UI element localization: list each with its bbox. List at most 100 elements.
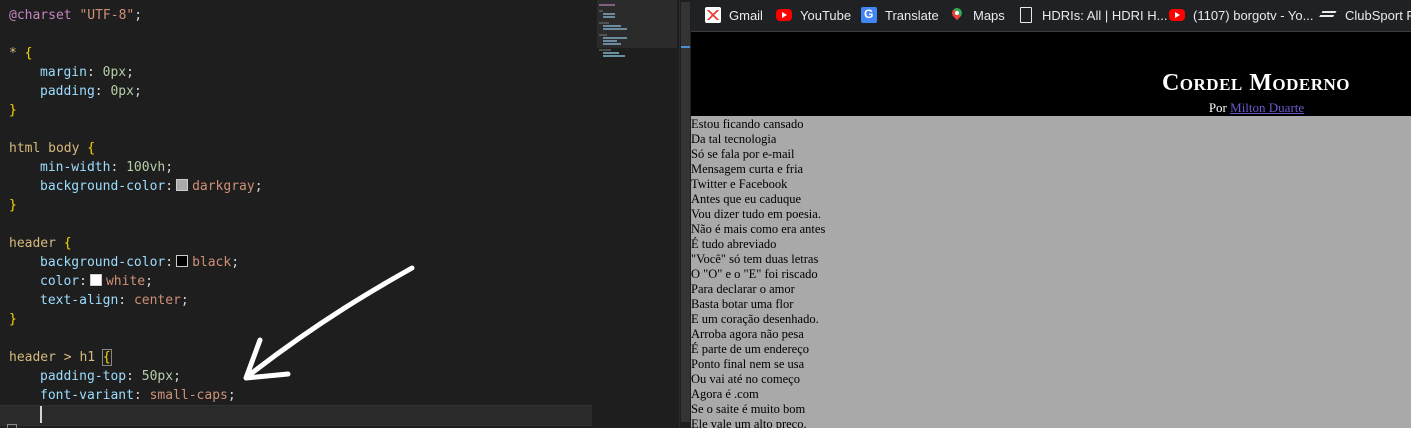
value: 50px: [141, 369, 174, 384]
current-line[interactable]: [0, 405, 592, 426]
code-line: font-variant: small-caps;: [40, 388, 236, 403]
poem-line: Para declarar o amor: [691, 282, 795, 296]
poem-line: É tudo abreviado: [691, 237, 777, 251]
property: background-color: [40, 255, 166, 270]
bookmark-translate[interactable]: Translate: [861, 4, 939, 26]
page-header: Cordel Moderno Por Milton Duarte: [691, 32, 1411, 116]
document-icon: [1020, 7, 1032, 23]
bookmark-youtube[interactable]: YouTube: [776, 4, 851, 26]
author-link[interactable]: Milton Duarte: [1230, 100, 1304, 115]
poem-line: Ele vale um alto preço.: [691, 417, 807, 428]
bookmark-label: YouTube: [800, 7, 852, 23]
code-line: }: [9, 198, 17, 213]
code-line: header > h1 {: [9, 349, 112, 366]
code-line: @charset "UTF-8";: [9, 8, 143, 23]
color-swatch[interactable]: [176, 255, 189, 267]
byline: Por Milton Duarte: [691, 100, 1411, 116]
gmail-icon: [705, 7, 721, 23]
value: 0px: [110, 84, 134, 99]
property: font-variant: [40, 388, 134, 403]
value: black: [192, 255, 232, 270]
value: center: [133, 293, 181, 308]
code-line: html body {: [9, 141, 96, 156]
bookmark-label: Translate: [885, 7, 939, 23]
code-line: * {: [9, 46, 33, 61]
code-editor[interactable]: @charset "UTF-8"; * { margin: 0px; paddi…: [0, 0, 691, 428]
poem-line: É parte de um endereço: [691, 342, 809, 356]
bookmark-label: (1107) borgotv - Yo...: [1193, 7, 1314, 23]
color-swatch[interactable]: [89, 274, 102, 286]
bookmark-maps[interactable]: Maps: [949, 4, 1005, 26]
web-page: Cordel Moderno Por Milton Duarte Estou f…: [691, 32, 1411, 428]
selector: header > h1: [9, 350, 96, 365]
youtube-icon: [776, 9, 792, 21]
minimap-slider[interactable]: [597, 0, 677, 48]
code-line: text-align: center;: [40, 293, 189, 308]
bookmark-clubsport[interactable]: ClubSport Pe: [1321, 4, 1411, 26]
code-line: header {: [9, 236, 72, 251]
maps-icon: [949, 7, 965, 23]
poem-line: Twitter e Facebook: [691, 177, 788, 191]
charset-value: "UTF-8": [79, 8, 135, 23]
fold-icon[interactable]: [7, 424, 17, 428]
bookmark-gmail[interactable]: Gmail: [705, 4, 763, 26]
poem-line: Arroba agora não pesa: [691, 327, 804, 341]
code-area[interactable]: @charset "UTF-8"; * { margin: 0px; paddi…: [0, 6, 592, 426]
code-line: }: [9, 103, 17, 118]
color-swatch[interactable]: [176, 179, 189, 191]
property: background-color: [40, 179, 166, 194]
bookmark-hdris[interactable]: HDRIs: All | HDRI H...: [1018, 4, 1167, 26]
selector: header: [9, 236, 56, 251]
poem-line: Agora é .com: [691, 387, 759, 401]
value: white: [105, 274, 146, 289]
poem-line: Vou dizer tudo em poesia.: [691, 207, 821, 221]
poem-line: Não é mais como era antes: [691, 222, 826, 236]
bookmark-borgotv[interactable]: (1107) borgotv - Yo...: [1169, 4, 1313, 26]
poem-line: "Você" só tem duas letras: [691, 252, 819, 266]
poem-line: Antes que eu caduque: [691, 192, 802, 206]
code-line: margin: 0px;: [40, 65, 134, 80]
code-line: min-width: 100vh;: [40, 160, 174, 175]
at-rule: @charset: [9, 8, 72, 23]
poem-line: Ponto final nem se usa: [691, 357, 805, 371]
youtube-icon: [1169, 9, 1185, 21]
page-title: Cordel Moderno: [1161, 70, 1351, 96]
property: margin: [40, 65, 87, 80]
bookmark-label: HDRIs: All | HDRI H...: [1042, 7, 1168, 23]
property: min-width: [40, 160, 111, 175]
poem-text: Estou ficando cansado Da tal tecnologia Só…: [691, 116, 1411, 428]
poem-line: Da tal tecnologia: [691, 132, 777, 146]
bookmark-label: Maps: [973, 7, 1005, 23]
code-line: background-color: black;: [40, 255, 240, 270]
translate-icon: [861, 7, 877, 23]
browser-window: Gmail YouTube Translate Maps HDRIs: All …: [691, 0, 1411, 428]
clubsport-icon: [1321, 7, 1337, 23]
value: darkgray: [192, 179, 255, 194]
scrollbar-cursor-marker: [681, 46, 690, 48]
code-line: padding: 0px;: [40, 84, 142, 99]
code-line: padding-top: 50px;: [40, 369, 181, 384]
value: small-caps: [149, 388, 228, 403]
code-line: color: white;: [40, 274, 153, 289]
poem-line: Ou vai até no começo: [691, 372, 800, 386]
selector: *: [9, 46, 17, 61]
scrollbar-thumb[interactable]: [681, 2, 690, 422]
code-line: background-color: darkgray;: [40, 179, 263, 194]
bookmarks-bar: Gmail YouTube Translate Maps HDRIs: All …: [691, 0, 1411, 32]
poem-line: Mensagem curta e fria: [691, 162, 804, 176]
text-caret: [40, 406, 42, 423]
value: 100vh: [126, 160, 166, 175]
code-line: }: [9, 312, 17, 327]
bookmark-label: Gmail: [729, 7, 763, 23]
value: 0px: [102, 65, 127, 80]
property: padding: [40, 84, 95, 99]
selector: html body: [9, 141, 80, 156]
bookmark-label: ClubSport Pe: [1345, 7, 1411, 23]
byline-prefix: Por: [1208, 100, 1227, 115]
property: text-align: [40, 293, 119, 308]
poem-line: O "O" e o "E" foi riscado: [691, 267, 818, 281]
